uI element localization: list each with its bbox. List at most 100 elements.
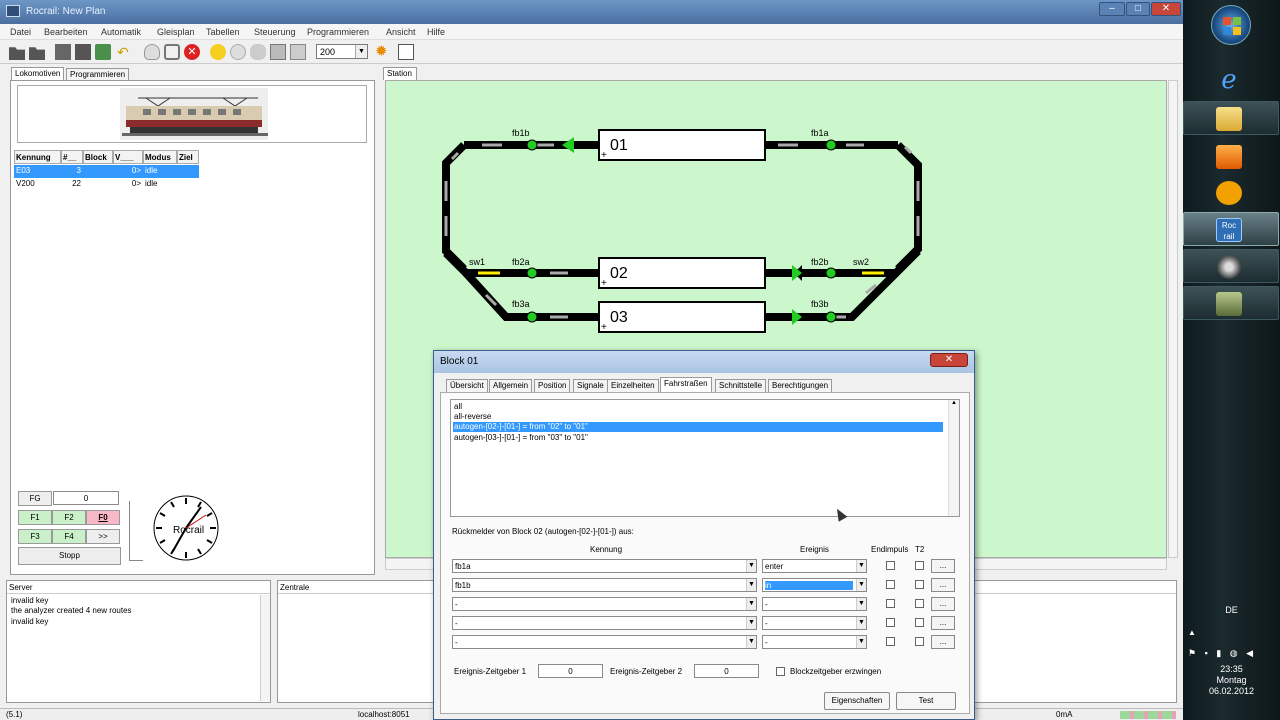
plan-vertical-scrollbar[interactable] xyxy=(1168,80,1178,558)
f0-button[interactable]: F0 xyxy=(86,510,120,525)
more-functions-button[interactable]: >> xyxy=(86,529,120,544)
t2-checkbox[interactable] xyxy=(915,580,924,589)
endimpuls-checkbox[interactable] xyxy=(886,599,895,608)
menu-automatik[interactable]: Automatik xyxy=(101,27,141,37)
chevron-down-icon[interactable]: ▼ xyxy=(355,45,367,58)
f2-button[interactable]: F2 xyxy=(52,510,86,525)
chevron-down-icon[interactable]: ▼ xyxy=(856,636,866,648)
tab-signale[interactable]: Signale xyxy=(573,379,608,392)
menu-steuerung[interactable]: Steuerung xyxy=(254,27,296,37)
tray-expand-icon[interactable]: ▲ xyxy=(1188,628,1196,637)
endimpuls-checkbox[interactable] xyxy=(886,618,895,627)
f3-button[interactable]: F3 xyxy=(18,529,52,544)
download-icon[interactable] xyxy=(95,44,111,60)
tab-station[interactable]: Station xyxy=(383,67,417,80)
route-list[interactable]: all all-reverse autogen-[02-]-[01-] = fr… xyxy=(450,399,960,517)
chevron-down-icon[interactable]: ▼ xyxy=(856,560,866,572)
undo-icon[interactable]: ↶ xyxy=(117,44,133,60)
grid-icon[interactable] xyxy=(270,44,286,60)
chevron-down-icon[interactable]: ▼ xyxy=(746,579,756,591)
tab-position[interactable]: Position xyxy=(534,379,571,392)
menu-hilfe[interactable]: Hilfe xyxy=(427,27,445,37)
taskbar-media[interactable] xyxy=(1183,139,1279,173)
kennung-select[interactable]: - ▼ xyxy=(452,616,757,630)
more-button[interactable]: ... xyxy=(931,597,955,611)
t2-checkbox[interactable] xyxy=(915,618,924,627)
list-item[interactable]: all xyxy=(453,402,462,412)
t2-checkbox[interactable] xyxy=(915,637,924,646)
speed-slider[interactable] xyxy=(129,501,143,561)
col-ziel[interactable]: Ziel xyxy=(177,150,199,164)
list-item[interactable]: autogen-[03-]-[01-] = from "03" to "01" xyxy=(453,433,588,443)
internet-explorer-icon[interactable]: e xyxy=(1214,66,1244,94)
taskbar-explorer[interactable] xyxy=(1183,101,1279,135)
more-button[interactable]: ... xyxy=(931,559,955,573)
menu-gleisplan[interactable]: Gleisplan xyxy=(157,27,195,37)
col-v[interactable]: V___ xyxy=(113,150,143,164)
fg-value-field[interactable]: 0 xyxy=(53,491,119,505)
f4-button[interactable]: F4 xyxy=(52,529,86,544)
more-button[interactable]: ... xyxy=(931,616,955,630)
menu-bearbeiten[interactable]: Bearbeiten xyxy=(44,27,88,37)
language-indicator[interactable]: DE xyxy=(1183,605,1280,615)
emergency-stop-icon[interactable]: ✕ xyxy=(184,44,200,60)
ereignis-select[interactable]: in ▼ xyxy=(762,578,867,592)
timer1-input[interactable]: 0 xyxy=(538,664,603,678)
chevron-down-icon[interactable]: ▼ xyxy=(746,636,756,648)
properties-button[interactable]: Eigenschaften xyxy=(824,692,890,710)
dialog-close-button[interactable]: ✕ xyxy=(930,353,968,367)
endimpuls-checkbox[interactable] xyxy=(886,561,895,570)
puzzle-icon[interactable] xyxy=(290,44,306,60)
col-block[interactable]: Block xyxy=(83,150,113,164)
close-button[interactable]: ✕ xyxy=(1151,2,1181,16)
taskbar-gears[interactable] xyxy=(1183,249,1279,283)
smiley-icon[interactable] xyxy=(210,44,226,60)
f1-button[interactable]: F1 xyxy=(18,510,52,525)
route-list-scrollbar[interactable]: ▲ xyxy=(948,400,959,516)
block-02[interactable]: 02 + xyxy=(598,257,766,289)
test-button[interactable]: Test xyxy=(896,692,956,710)
kennung-select[interactable]: fb1a ▼ xyxy=(452,559,757,573)
ereignis-select[interactable]: enter ▼ xyxy=(762,559,867,573)
menu-ansicht[interactable]: Ansicht xyxy=(386,27,416,37)
block-03[interactable]: 03 + xyxy=(598,301,766,333)
menu-datei[interactable]: Datei xyxy=(10,27,31,37)
block-01[interactable]: 01 + xyxy=(598,129,766,161)
table-row[interactable]: V200 22 0> idle xyxy=(14,178,199,191)
server-scrollbar[interactable] xyxy=(260,595,270,701)
tab-einzelheiten[interactable]: Einzelheiten xyxy=(607,379,659,392)
tab-fahrstrassen[interactable]: Fahrstraßen xyxy=(660,377,712,392)
tab-schnittstelle[interactable]: Schnittstelle xyxy=(715,379,767,392)
maximize-button[interactable]: □ xyxy=(1126,2,1150,16)
menu-tabellen[interactable]: Tabellen xyxy=(206,27,240,37)
kennung-select[interactable]: - ▼ xyxy=(452,597,757,611)
chevron-down-icon[interactable]: ▼ xyxy=(746,598,756,610)
speed-select[interactable]: 200 ▼ xyxy=(316,44,368,59)
open-folder-icon[interactable] xyxy=(9,47,25,60)
start-button[interactable] xyxy=(1211,5,1251,45)
taskbar-clock[interactable]: 23:35 Montag 06.02.2012 xyxy=(1183,664,1280,697)
chevron-down-icon[interactable]: ▼ xyxy=(856,579,866,591)
endimpuls-checkbox[interactable] xyxy=(886,580,895,589)
save-icon[interactable] xyxy=(75,44,91,60)
taskbar-app[interactable] xyxy=(1183,175,1279,209)
loco-icon[interactable] xyxy=(250,44,266,60)
book-icon[interactable] xyxy=(398,44,414,60)
chevron-down-icon[interactable]: ▼ xyxy=(856,598,866,610)
stop-button[interactable]: Stopp xyxy=(18,547,121,565)
power-icon[interactable] xyxy=(164,44,180,60)
force-block-timer-checkbox[interactable] xyxy=(776,667,785,676)
ereignis-select[interactable]: - ▼ xyxy=(762,597,867,611)
endimpuls-checkbox[interactable] xyxy=(886,637,895,646)
t2-checkbox[interactable] xyxy=(915,561,924,570)
ereignis-select[interactable]: - ▼ xyxy=(762,616,867,630)
table-row[interactable]: E03 3 0> idle xyxy=(14,165,199,178)
fg-button[interactable]: FG xyxy=(18,491,52,506)
tab-lokomotiven[interactable]: Lokomotiven xyxy=(11,67,65,80)
taskbar-tool[interactable] xyxy=(1183,286,1279,320)
gear-icon[interactable]: ✹ xyxy=(375,44,391,60)
minimize-button[interactable]: – xyxy=(1099,2,1125,16)
chevron-down-icon[interactable]: ▼ xyxy=(746,560,756,572)
t2-checkbox[interactable] xyxy=(915,599,924,608)
list-item[interactable]: autogen-[02-]-[01-] = from "02" to "01" xyxy=(453,422,943,432)
